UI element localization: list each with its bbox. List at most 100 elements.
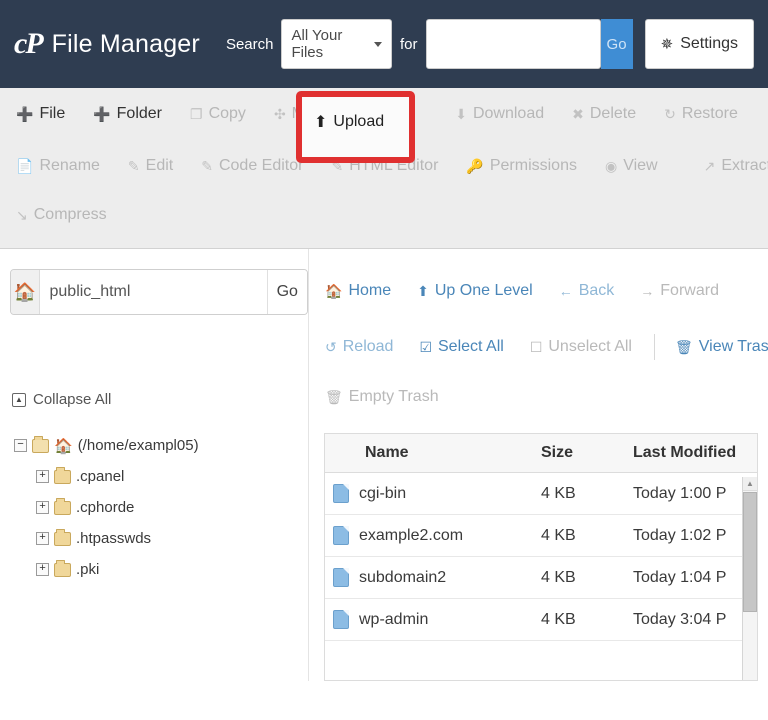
back-arrow-icon: ←	[558, 283, 573, 299]
path-input[interactable]	[39, 270, 267, 314]
toolbar-restore[interactable]: ↻ Restore	[664, 99, 752, 129]
column-header-name[interactable]: Name	[325, 434, 535, 473]
toolbar-code-editor[interactable]: ✎ Code Editor	[201, 151, 317, 181]
trash-icon: 🗑	[674, 338, 693, 355]
toolbar-delete-label: Delete	[589, 105, 637, 122]
toolbar-html-editor[interactable]: ✎ HTML Editor	[331, 151, 452, 181]
checkbox-empty-icon: ☐	[529, 338, 543, 355]
tree-node-pki[interactable]: + .pki	[36, 554, 308, 585]
nav-row-1: 🏠 Home ⬆ Up One Level ← Back → Forward	[319, 263, 768, 319]
scrollbar-thumb[interactable]	[743, 492, 757, 612]
search-input[interactable]	[425, 19, 601, 69]
tree-node-htpasswds-label: .htpasswds	[76, 530, 152, 547]
restore-icon: ↻	[664, 105, 676, 122]
toolbar-new-folder[interactable]: ➕ Folder	[93, 99, 176, 129]
expander-icon[interactable]: +	[36, 501, 49, 514]
toolbar-new-file[interactable]: ➕ File	[16, 99, 79, 129]
tree-node-cpanel[interactable]: + .cpanel	[36, 461, 308, 492]
table-row[interactable]: example2.com 4 KB Today 1:02 P	[325, 514, 757, 557]
toolbar-view-label: View	[623, 157, 658, 174]
plus-icon: ➕	[93, 105, 111, 122]
nav-up-one-level[interactable]: ⬆ Up One Level	[417, 282, 533, 300]
view-icon: ◉	[604, 157, 618, 174]
nav-home[interactable]: 🏠 Home	[325, 282, 391, 300]
path-bar: 🏠 Go	[10, 269, 308, 315]
nav-view-trash[interactable]: 🗑 View Trash	[675, 338, 768, 356]
toolbar-row-2: 📄 Rename ✎ Edit ✎ Code Editor ✎ HTML Edi…	[0, 140, 768, 192]
table-row[interactable]: cgi-bin 4 KB Today 1:00 P	[325, 472, 757, 515]
file-size: 4 KB	[535, 598, 627, 641]
file-table-scrollbar[interactable]: ▲	[742, 477, 757, 680]
toolbar-delete[interactable]: ✖ Delete	[572, 99, 650, 129]
toolbar-view[interactable]: ◉ View	[605, 151, 672, 181]
toolbar-upload[interactable]: ⬆ Upload	[314, 112, 384, 132]
column-header-last-modified[interactable]: Last Modified	[627, 434, 757, 473]
tree-node-cphorde[interactable]: + .cphorde	[36, 492, 308, 523]
nav-up-one-level-label: Up One Level	[434, 282, 533, 299]
nav-back[interactable]: ← Back	[559, 282, 615, 300]
extract-icon: ↗	[703, 157, 716, 174]
toolbar-new-folder-label: Folder	[116, 105, 163, 122]
nav-unselect-all[interactable]: ☐ Unselect All	[530, 338, 632, 356]
table-row[interactable]: wp-admin 4 KB Today 3:04 P	[325, 598, 757, 641]
toolbar-download[interactable]: ⬇ Download	[455, 99, 558, 129]
expander-icon[interactable]: +	[36, 532, 49, 545]
plus-icon: ➕	[16, 105, 34, 122]
toolbar-compress[interactable]: ↘ Compress	[16, 200, 121, 230]
collapse-all-button[interactable]: ▲ Collapse All	[12, 391, 308, 408]
toolbar-edit-label: Edit	[145, 157, 174, 174]
nav-empty-trash-label: Empty Trash	[348, 388, 439, 405]
toolbar-rename[interactable]: 📄 Rename	[16, 151, 114, 181]
folder-file-icon	[333, 610, 349, 629]
up-arrow-icon: ⬆	[417, 282, 429, 299]
toolbar-upload-label: Upload	[333, 113, 385, 130]
action-toolbar: ➕ File ➕ Folder ❐ Copy ✣ Move ⬆ Upload ⬇…	[0, 88, 768, 249]
nav-divider	[653, 334, 655, 360]
home-icon[interactable]: 🏠	[11, 270, 40, 314]
home-icon: 🏠	[325, 282, 343, 299]
search-scope-select[interactable]: All Your Files	[281, 19, 392, 69]
folder-open-icon	[32, 435, 49, 453]
nav-empty-trash[interactable]: 🗑 Empty Trash	[325, 388, 439, 406]
file-size: 4 KB	[535, 514, 627, 557]
expander-icon[interactable]: +	[36, 470, 49, 483]
directory-tree: − 🏠 (/home/exampl05) + .cpanel + .cphord…	[14, 430, 308, 585]
toolbar-extract[interactable]: ↗ Extract	[704, 151, 768, 181]
directory-tree-pane: 🏠 Go ▲ Collapse All − 🏠 (/home/exampl05)…	[0, 249, 309, 681]
folder-file-icon	[333, 568, 349, 587]
toolbar-copy-label: Copy	[208, 105, 246, 122]
folder-icon	[54, 497, 71, 515]
expander-icon[interactable]: +	[36, 563, 49, 576]
tree-node-root[interactable]: − 🏠 (/home/exampl05)	[14, 430, 308, 461]
copy-icon: ❐	[190, 105, 203, 122]
expander-icon[interactable]: −	[14, 439, 27, 452]
nav-unselect-all-label: Unselect All	[548, 338, 632, 355]
nav-view-trash-label: View Trash	[698, 338, 768, 355]
tree-node-htpasswds[interactable]: + .htpasswds	[36, 523, 308, 554]
toolbar-rename-label: Rename	[39, 157, 100, 174]
file-name: example2.com	[359, 526, 464, 544]
nav-select-all[interactable]: ☑ Select All	[419, 338, 503, 356]
table-row[interactable]: subdomain2 4 KB Today 1:04 P	[325, 556, 757, 599]
reload-icon: ↺	[325, 338, 337, 355]
file-list-pane: 🏠 Home ⬆ Up One Level ← Back → Forward ↺…	[309, 249, 768, 681]
file-name: subdomain2	[359, 568, 447, 586]
path-go-button[interactable]: Go	[266, 270, 307, 314]
toolbar-permissions[interactable]: 🔑 Permissions	[466, 151, 591, 181]
nav-forward[interactable]: → Forward	[640, 282, 719, 300]
nav-select-all-label: Select All	[438, 338, 504, 355]
settings-button[interactable]: ✵ Settings	[644, 19, 754, 69]
column-header-size[interactable]: Size	[535, 434, 627, 473]
toolbar-new-file-label: File	[39, 105, 66, 122]
scroll-up-icon[interactable]: ▲	[743, 477, 757, 491]
nav-row-2: ↺ Reload ☑ Select All ☐ Unselect All 🗑 V…	[319, 319, 768, 375]
nav-reload[interactable]: ↺ Reload	[325, 338, 393, 356]
search-go-button[interactable]: Go	[600, 19, 633, 69]
main-content: 🏠 Go ▲ Collapse All − 🏠 (/home/exampl05)…	[0, 249, 768, 681]
tree-node-cphorde-label: .cphorde	[76, 499, 135, 516]
collapse-icon: ▲	[12, 392, 26, 407]
app-header: cP File Manager Search All Your Files fo…	[0, 0, 768, 88]
toolbar-edit[interactable]: ✎ Edit	[128, 151, 187, 181]
collapse-all-label: Collapse All	[33, 391, 112, 408]
toolbar-copy[interactable]: ❐ Copy	[190, 99, 260, 129]
